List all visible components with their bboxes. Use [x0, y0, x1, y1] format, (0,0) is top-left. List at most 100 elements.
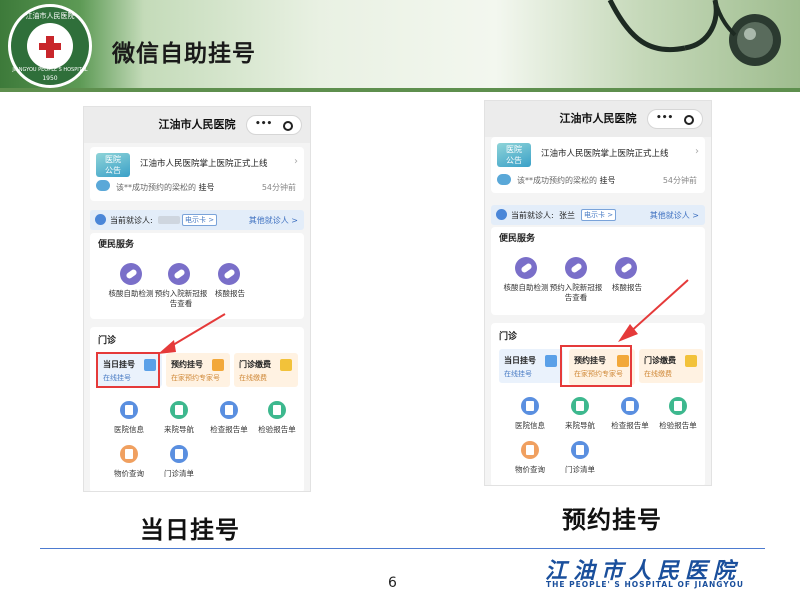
message-icon	[497, 174, 511, 185]
phone-screen-left: 江油市人民医院 ••• 医院 公告 江油市人民医院掌上医院正式上线 › 该**成…	[83, 106, 311, 492]
highlight-box	[560, 345, 632, 387]
logo-text: 江油市人民医院	[25, 12, 75, 20]
message-icon	[96, 180, 110, 191]
exam-report-icon[interactable]	[621, 397, 639, 415]
slide-banner: 江油市人民医院 JIANGYOU PEOPLE'S HOSPITAL 1950 …	[0, 0, 800, 92]
caption-right: 预约挂号	[562, 506, 662, 534]
visitor-bar[interactable]: 当前就诊人: 电示卡 > 其他就诊人 >	[90, 210, 304, 230]
check-icon	[545, 355, 557, 367]
test-tube-icon[interactable]	[218, 263, 240, 285]
grid-label[interactable]: 检验报告单	[247, 424, 307, 435]
service-label[interactable]: 核酸报告	[208, 289, 252, 299]
test-tube-icon[interactable]	[120, 263, 142, 285]
visitor-label: 当前就诊人:	[511, 211, 554, 220]
exam-report-icon[interactable]	[220, 401, 238, 419]
payment-icon	[280, 359, 292, 371]
outpatient-list-icon[interactable]	[571, 441, 589, 459]
service-label[interactable]: 预约入院新冠报告查看	[152, 289, 210, 309]
services-title: 便民服务	[499, 234, 536, 244]
services-card: 便民服务 核酸自助检测 预约入院新冠报告查看 核酸报告	[90, 233, 304, 319]
page-number: 6	[388, 575, 397, 591]
chevron-right-icon[interactable]: ›	[294, 156, 298, 167]
message-time: 54分钟前	[662, 176, 697, 185]
price-query-icon[interactable]	[120, 445, 138, 463]
user-icon	[496, 209, 507, 220]
close-circle-icon[interactable]	[283, 121, 293, 131]
test-tube-icon[interactable]	[565, 257, 587, 279]
visitor-label: 当前就诊人:	[110, 216, 153, 225]
outpatient-title: 门诊	[98, 336, 117, 346]
notice-card[interactable]: 医院 公告 江油市人民医院掌上医院正式上线 › 该**成功预约的梁松的 挂号 5…	[491, 137, 705, 193]
card-badge[interactable]: 电示卡 >	[182, 214, 218, 226]
logo-year: 1950	[42, 75, 58, 82]
slide-title: 微信自助挂号	[112, 41, 256, 67]
caption-left: 当日挂号	[140, 516, 240, 544]
message-action: 挂号	[599, 176, 616, 185]
notice-tag-top: 医院	[105, 155, 121, 164]
logo-en-text: JIANGYOU PEOPLE'S HOSPITAL	[12, 67, 88, 73]
notice-card[interactable]: 医院 公告 江油市人民医院掌上医院正式上线 › 该**成功预约的梁松的 挂号 5…	[90, 147, 304, 201]
mini-program-capsule[interactable]: •••	[246, 115, 302, 135]
message-time: 54分钟前	[261, 183, 296, 192]
more-icon[interactable]: •••	[656, 113, 673, 123]
outpatient-payment-tile[interactable]: 门诊缴费 在线缴费	[234, 353, 298, 387]
visitor-bar[interactable]: 当前就诊人: 张兰 电示卡 > 其他就诊人 >	[491, 205, 705, 225]
hospital-info-icon[interactable]	[120, 401, 138, 419]
message-action: 挂号	[198, 183, 215, 192]
visitor-name: 张兰	[559, 211, 575, 220]
notice-tag-top: 医院	[506, 145, 522, 154]
notice-tag: 医院 公告	[96, 153, 130, 177]
card-badge[interactable]: 电示卡 >	[581, 209, 617, 221]
notice-tag-bottom: 公告	[105, 166, 121, 175]
notice-text[interactable]: 江油市人民医院掌上医院正式上线	[541, 147, 669, 159]
tile-subtitle: 在线缴费	[239, 374, 267, 382]
lab-report-icon[interactable]	[268, 401, 286, 419]
outpatient-list-icon[interactable]	[170, 445, 188, 463]
footer-divider	[40, 548, 765, 549]
close-circle-icon[interactable]	[684, 115, 694, 125]
visitor-name-redacted	[158, 216, 180, 224]
grid-label[interactable]: 门诊清单	[550, 464, 610, 475]
notice-text[interactable]: 江油市人民医院掌上医院正式上线	[140, 157, 268, 169]
tile-title: 当日挂号	[504, 356, 536, 365]
user-icon	[95, 214, 106, 225]
message-prefix: 该**成功预约的梁松的	[116, 183, 196, 192]
grid-label[interactable]: 检验报告单	[648, 420, 708, 431]
chevron-right-icon[interactable]: ›	[695, 146, 699, 157]
payment-icon	[685, 355, 697, 367]
message-prefix: 该**成功预约的梁松的	[517, 176, 597, 185]
hospital-info-icon[interactable]	[521, 397, 539, 415]
banner-divider	[0, 88, 800, 92]
calendar-icon	[212, 359, 224, 371]
notice-tag-bottom: 公告	[506, 156, 522, 165]
tile-subtitle: 在线挂号	[504, 370, 532, 378]
other-visitors-link[interactable]: 其他就诊人 >	[650, 210, 699, 221]
services-title: 便民服务	[98, 240, 135, 250]
grid-label[interactable]: 门诊清单	[149, 468, 209, 479]
mini-program-capsule[interactable]: •••	[647, 109, 703, 129]
stethoscope-icon	[607, 0, 781, 66]
message-text: 该**成功预约的梁松的 挂号	[517, 175, 616, 186]
tile-title: 预约挂号	[171, 360, 203, 369]
other-visitors-link[interactable]: 其他就诊人 >	[249, 215, 298, 226]
footer-hospital-name-en: THE PEOPLE' S HOSPITAL OF JIANGYOU	[546, 580, 744, 589]
service-label[interactable]: 预约入院新冠报告查看	[547, 283, 605, 303]
price-query-icon[interactable]	[521, 441, 539, 459]
test-tube-icon[interactable]	[515, 257, 537, 279]
more-icon[interactable]: •••	[255, 119, 272, 129]
navigation-icon[interactable]	[170, 401, 188, 419]
tile-title: 门诊缴费	[644, 356, 676, 365]
notice-tag: 医院 公告	[497, 143, 531, 167]
navigation-icon[interactable]	[571, 397, 589, 415]
hospital-logo: 江油市人民医院 JIANGYOU PEOPLE'S HOSPITAL 1950	[8, 4, 92, 88]
tile-subtitle: 在线缴费	[644, 370, 672, 378]
outpatient-payment-tile[interactable]: 门诊缴费 在线缴费	[639, 349, 703, 383]
message-text: 该**成功预约的梁松的 挂号	[116, 182, 215, 193]
lab-report-icon[interactable]	[669, 397, 687, 415]
tile-title: 门诊缴费	[239, 360, 271, 369]
pointer-arrow-icon	[618, 279, 689, 342]
same-day-registration-tile[interactable]: 当日挂号 在线挂号	[499, 349, 563, 383]
tile-subtitle: 在家预约专家号	[171, 374, 220, 382]
pointer-arrow-icon	[158, 313, 226, 354]
test-tube-icon[interactable]	[168, 263, 190, 285]
